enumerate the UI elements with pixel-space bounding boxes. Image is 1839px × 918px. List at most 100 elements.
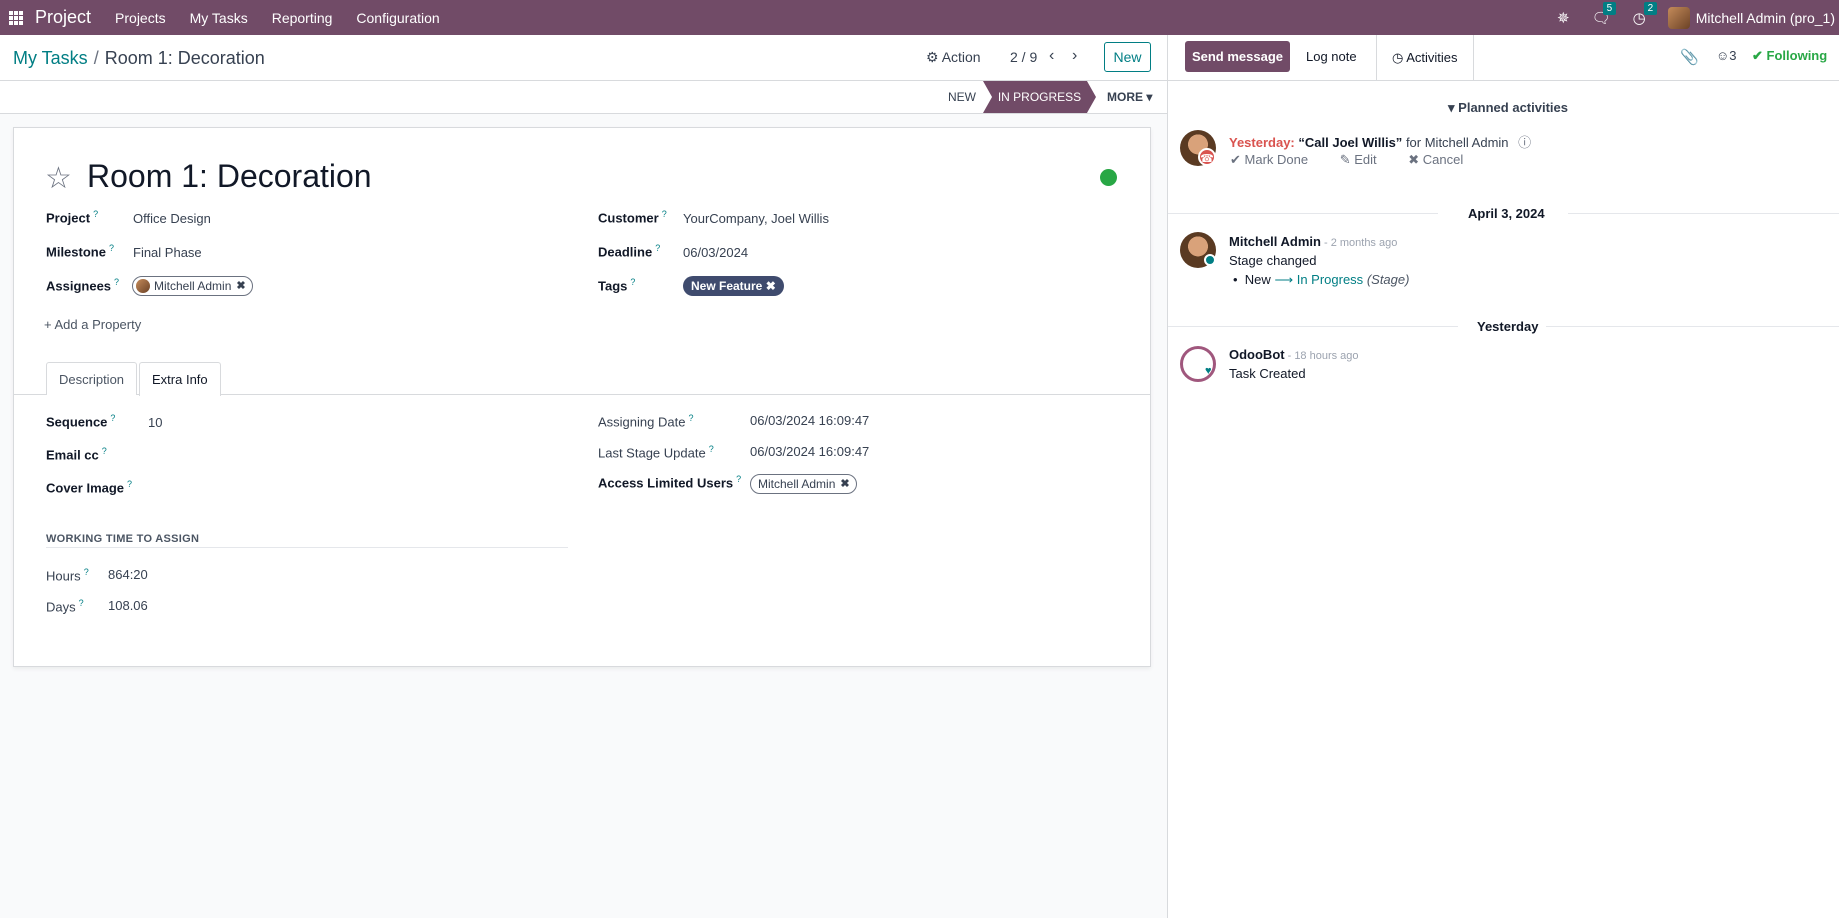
planned-activity: Yesterday: “Call Joel Willis” for Mitche… [1229, 132, 1531, 151]
top-navbar: Project Projects My Tasks Reporting Conf… [0, 0, 1839, 35]
activities-button[interactable]: ◷ Activities [1376, 35, 1474, 81]
help-icon[interactable]: ? [662, 209, 667, 219]
messages-badge: 5 [1602, 1, 1617, 15]
menu-reporting[interactable]: Reporting [272, 10, 333, 26]
breadcrumb-current: Room 1: Decoration [104, 48, 265, 68]
remove-icon[interactable]: ✖ [236, 277, 245, 295]
field-label-customer: Customer? [598, 209, 667, 226]
add-property-button[interactable]: + Add a Property [44, 317, 141, 332]
info-icon[interactable]: ⓘ [1518, 135, 1531, 150]
field-project[interactable]: Office Design [133, 211, 211, 226]
field-label-days: Days? [46, 598, 84, 615]
access-user-tag[interactable]: Mitchell Admin ✖ [750, 474, 857, 494]
field-label-milestone: Milestone? [46, 243, 114, 260]
action-button[interactable]: ⚙ Action [926, 49, 981, 66]
task-title[interactable]: Room 1: Decoration [87, 158, 372, 195]
menu-my-tasks[interactable]: My Tasks [190, 10, 248, 26]
help-icon[interactable]: ? [688, 413, 693, 423]
priority-star-icon[interactable]: ☆ [45, 161, 72, 196]
apps-menu-icon[interactable] [0, 0, 32, 35]
breadcrumb-my-tasks[interactable]: My Tasks [13, 48, 88, 68]
activity-for: for Mitchell Admin [1405, 135, 1509, 150]
stage-more-dropdown[interactable]: MORE ▾ [1107, 81, 1152, 113]
working-time-title: WORKING TIME TO ASSIGN [46, 533, 200, 545]
message-time: - 18 hours ago [1287, 350, 1359, 362]
tracking-value: • New ⟶ In Progress (Stage) [1233, 272, 1410, 287]
pager-value[interactable]: 2 / 9 [1010, 49, 1037, 65]
activities-clock-icon[interactable]: ◷ 2 [1633, 1, 1658, 27]
message-body: Task Created [1229, 366, 1306, 381]
help-icon[interactable]: ? [630, 277, 635, 287]
user-menu[interactable]: Mitchell Admin (pro_1) [1696, 10, 1835, 26]
help-icon[interactable]: ? [655, 243, 660, 253]
tab-extra-info[interactable]: Extra Info [139, 362, 221, 396]
help-icon[interactable]: ? [736, 474, 741, 484]
plus-icon: + [44, 317, 52, 332]
date-divider [1168, 326, 1458, 327]
help-icon[interactable]: ? [84, 567, 89, 577]
field-label-sequence: Sequence? [46, 413, 116, 430]
field-customer[interactable]: YourCompany, Joel Willis [683, 211, 829, 226]
activity-due: Yesterday: [1229, 135, 1295, 150]
assignee-tag[interactable]: Mitchell Admin ✖ [132, 276, 253, 296]
tab-description[interactable]: Description [46, 362, 138, 395]
edit-button[interactable]: ✎ Edit [1340, 152, 1391, 167]
help-icon[interactable]: ? [102, 446, 107, 456]
message-author: OdooBot - 18 hours ago [1229, 347, 1359, 362]
field-last-stage-update: 06/03/2024 16:09:47 [750, 444, 870, 459]
help-icon[interactable]: ? [79, 598, 84, 608]
debug-bug-icon[interactable]: ✵ [1557, 9, 1570, 27]
help-icon[interactable]: ? [114, 277, 119, 287]
field-sequence[interactable]: 10 [148, 415, 162, 430]
field-label-project: Project? [46, 209, 99, 226]
field-milestone[interactable]: Final Phase [133, 245, 202, 260]
send-message-button[interactable]: Send message [1185, 41, 1290, 72]
field-deadline[interactable]: 06/03/2024 [683, 245, 748, 260]
following-button[interactable]: ✔ Following [1752, 48, 1827, 64]
help-icon[interactable]: ? [709, 444, 714, 454]
pager-next-icon[interactable]: › [1072, 47, 1077, 65]
new-button[interactable]: New [1104, 42, 1151, 72]
menu-configuration[interactable]: Configuration [356, 10, 439, 26]
paperclip-icon[interactable]: 📎 [1680, 48, 1699, 66]
tag-new-feature[interactable]: New Feature ✖ [683, 276, 784, 296]
pager-previous-icon[interactable]: ‹ [1049, 47, 1054, 65]
app-name[interactable]: Project [35, 7, 91, 28]
remove-icon[interactable]: ✖ [840, 475, 849, 493]
date-divider [1168, 213, 1438, 214]
field-hours: 864:20 [108, 567, 148, 582]
planned-activities-toggle[interactable]: ▾ Planned activities [1448, 100, 1568, 116]
stage-in-progress[interactable]: In Progress [983, 81, 1096, 113]
menu-projects[interactable]: Projects [115, 10, 166, 26]
check-icon: ✔ [1752, 48, 1763, 63]
control-panel: My Tasks / Room 1: Decoration ⚙ Action 2 /… [0, 35, 1167, 81]
online-status-icon [1204, 254, 1216, 266]
mark-done-button[interactable]: ✔ Mark Done [1230, 152, 1322, 167]
kanban-state-indicator[interactable] [1100, 169, 1117, 186]
log-note-button[interactable]: Log note [1306, 41, 1357, 72]
field-assigning-date: 06/03/2024 16:09:47 [750, 413, 870, 428]
activities-badge: 2 [1643, 1, 1658, 15]
help-icon[interactable]: ? [93, 209, 98, 219]
field-label-assignees: Assignees? [46, 277, 120, 294]
clock-icon: ◷ [1392, 50, 1404, 65]
messages-icon[interactable]: 🗨 5 [1592, 1, 1617, 27]
field-label-hours: Hours? [46, 567, 89, 584]
heart-icon: ♥ [1205, 365, 1212, 377]
field-label-last-stage-update: Last Stage Update? [598, 444, 714, 461]
field-label-email-cc: Email cc? [46, 446, 107, 463]
cancel-button[interactable]: ✖ Cancel [1408, 152, 1477, 167]
breadcrumb-separator: / [93, 48, 99, 68]
user-avatar[interactable] [1667, 6, 1690, 29]
date-separator-2: Yesterday [1477, 319, 1539, 334]
date-divider [1546, 326, 1839, 327]
field-label-access-limited-users: Access Limited Users? [598, 474, 742, 491]
help-icon[interactable]: ? [110, 413, 115, 423]
remove-icon[interactable]: ✖ [766, 279, 776, 293]
stage-new[interactable]: New [948, 81, 976, 113]
help-icon[interactable]: ? [127, 479, 132, 489]
followers-button[interactable]: ☺3 [1716, 48, 1737, 63]
help-icon[interactable]: ? [109, 243, 114, 253]
date-divider [1568, 213, 1839, 214]
date-separator-1: April 3, 2024 [1468, 206, 1545, 221]
